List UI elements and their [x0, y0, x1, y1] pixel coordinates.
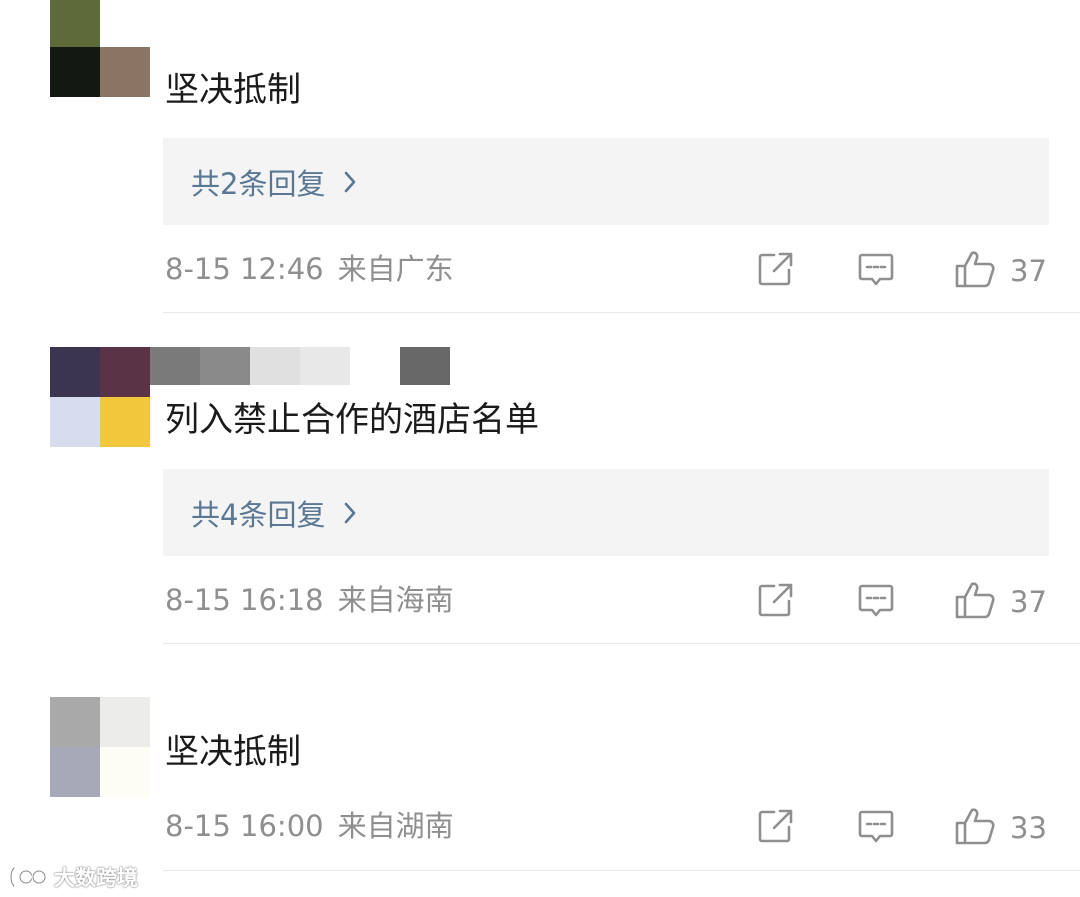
comment-time: 8-15 16:18 — [165, 583, 324, 617]
share-icon — [757, 582, 795, 622]
comment-button[interactable] — [857, 582, 895, 624]
share-button[interactable] — [757, 251, 795, 291]
comment-text: 坚决抵制 — [165, 732, 301, 772]
share-icon — [757, 808, 795, 848]
like-count: 33 — [1010, 811, 1047, 845]
comment-button[interactable] — [857, 808, 895, 850]
comment-location: 来自海南 — [337, 583, 454, 617]
divider — [163, 643, 1080, 644]
like-button[interactable]: 37 — [954, 249, 1047, 293]
comment-text: 列入禁止合作的酒店名单 — [165, 400, 539, 440]
thumbs-up-icon — [954, 580, 996, 624]
share-button[interactable] — [757, 808, 795, 848]
watermark: 大数跨境 — [8, 862, 138, 892]
watermark-text: 大数跨境 — [54, 866, 138, 890]
comment-location: 来自湖南 — [337, 809, 454, 843]
like-button[interactable]: 37 — [954, 580, 1047, 624]
view-replies-button[interactable]: 共4条回复 — [163, 469, 1049, 556]
comment-meta: 8-15 16:00 来自湖南 — [165, 808, 454, 844]
like-count: 37 — [1010, 585, 1047, 619]
like-count: 37 — [1010, 254, 1047, 288]
reply-count-label: 共2条回复 — [191, 166, 326, 201]
view-replies-button[interactable]: 共2条回复 — [163, 138, 1049, 225]
like-button[interactable]: 33 — [954, 806, 1047, 850]
thumbs-up-icon — [954, 249, 996, 293]
divider — [163, 312, 1080, 313]
reply-count-label: 共4条回复 — [191, 497, 326, 532]
watermark-logo-icon — [9, 866, 47, 888]
comment-icon — [857, 582, 895, 624]
comment-meta: 8-15 16:18 来自海南 — [165, 582, 454, 618]
share-icon — [757, 251, 795, 291]
comment-meta: 8-15 12:46 来自广东 — [165, 251, 454, 287]
comment-time: 8-15 16:00 — [165, 809, 324, 843]
comment-time: 8-15 12:46 — [165, 252, 324, 286]
share-button[interactable] — [757, 582, 795, 622]
thumbs-up-icon — [954, 806, 996, 850]
comment-icon — [857, 251, 895, 293]
chevron-right-icon — [343, 170, 357, 194]
comment-text: 坚决抵制 — [165, 70, 301, 110]
divider — [163, 870, 1080, 871]
comment-button[interactable] — [857, 251, 895, 293]
comment-icon — [857, 808, 895, 850]
comment-location: 来自广东 — [337, 252, 454, 286]
chevron-right-icon — [343, 501, 357, 525]
